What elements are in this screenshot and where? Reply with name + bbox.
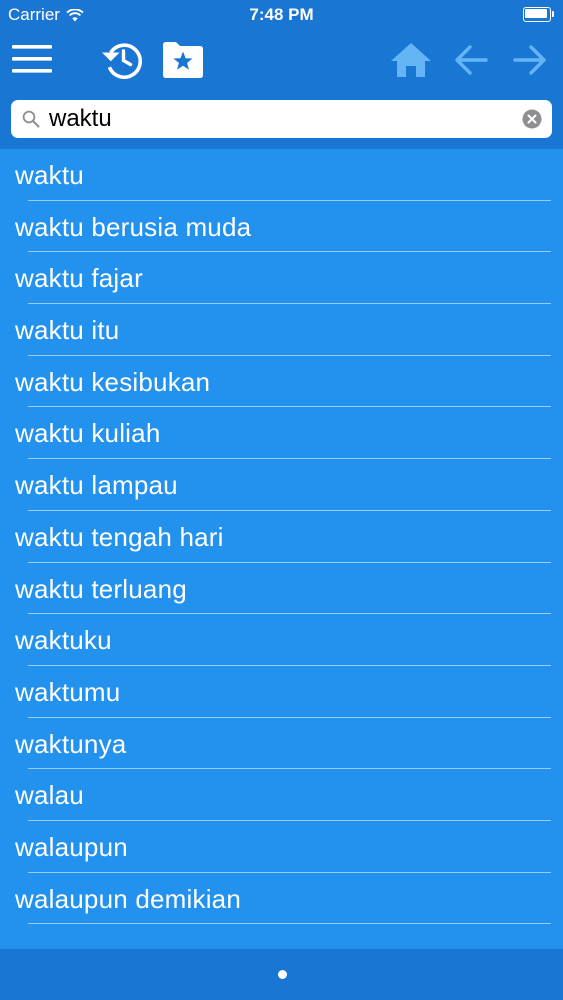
favorites-button[interactable]: [161, 40, 205, 80]
results-list: waktu waktu berusia muda waktu fajar waktu …: [0, 149, 563, 949]
clock: 7:48 PM: [249, 5, 314, 24]
forward-button[interactable]: [510, 42, 550, 78]
result-item[interactable]: waktu tengah hari: [0, 511, 563, 563]
search-box[interactable]: [11, 100, 552, 138]
result-item[interactable]: waktu berusia muda: [0, 201, 563, 253]
result-label: waktu fajar: [15, 263, 143, 294]
toolbar: [0, 30, 563, 92]
result-label: waktu tengah hari: [15, 521, 224, 552]
wifi-icon: [66, 8, 84, 21]
status-bar: Carrier 7:48 PM: [0, 0, 563, 30]
result-label: waktu: [15, 160, 84, 190]
menu-button[interactable]: [10, 41, 54, 77]
menu-icon: [12, 45, 52, 73]
result-label: waktunya: [15, 728, 127, 759]
result-item[interactable]: waktumu: [0, 666, 563, 718]
result-label: waktumu: [15, 676, 121, 707]
clear-search-icon[interactable]: [522, 109, 542, 129]
carrier-label: Carrier: [8, 5, 60, 24]
search-icon: [22, 110, 40, 128]
result-label: waktu berusia muda: [15, 211, 252, 242]
result-item[interactable]: waktu itu: [0, 304, 563, 356]
history-icon: [102, 43, 142, 79]
search-input[interactable]: [49, 100, 519, 138]
result-item[interactable]: waktu lampau: [0, 459, 563, 511]
result-item[interactable]: walau: [0, 769, 563, 821]
home-icon: [391, 43, 431, 77]
result-label: waktu terluang: [15, 573, 187, 604]
forward-arrow-icon: [513, 45, 546, 75]
result-item[interactable]: walaupun: [0, 821, 563, 873]
result-label: waktu kesibukan: [15, 366, 211, 397]
result-label: waktu kuliah: [15, 418, 161, 449]
page-dot[interactable]: [278, 970, 287, 979]
result-item[interactable]: waktu: [0, 149, 563, 201]
result-label: walau: [15, 780, 84, 811]
result-item[interactable]: waktuku: [0, 614, 563, 666]
result-item[interactable]: walaupun demikian: [0, 873, 563, 925]
favorites-folder-icon: [163, 42, 203, 78]
result-label: walaupun: [15, 831, 128, 862]
search-bar: [0, 92, 563, 149]
battery-icon: [523, 7, 555, 22]
result-item[interactable]: waktu terluang: [0, 563, 563, 615]
page-indicator: [0, 949, 563, 1000]
history-button[interactable]: [99, 38, 145, 82]
result-label: waktuku: [15, 625, 112, 656]
result-item[interactable]: waktu fajar: [0, 252, 563, 305]
back-button[interactable]: [451, 42, 491, 78]
result-label: waktu lampau: [15, 470, 178, 501]
result-label: waktu itu: [15, 315, 120, 346]
row-divider: [28, 923, 551, 925]
result-item[interactable]: waktu kuliah: [0, 407, 563, 460]
result-item[interactable]: waktu kesibukan: [0, 356, 563, 408]
home-button[interactable]: [388, 40, 434, 80]
back-arrow-icon: [455, 45, 488, 75]
result-label: walaupun demikian: [15, 883, 241, 914]
result-item[interactable]: waktunya: [0, 718, 563, 770]
carrier-indicator: Carrier: [8, 5, 84, 25]
